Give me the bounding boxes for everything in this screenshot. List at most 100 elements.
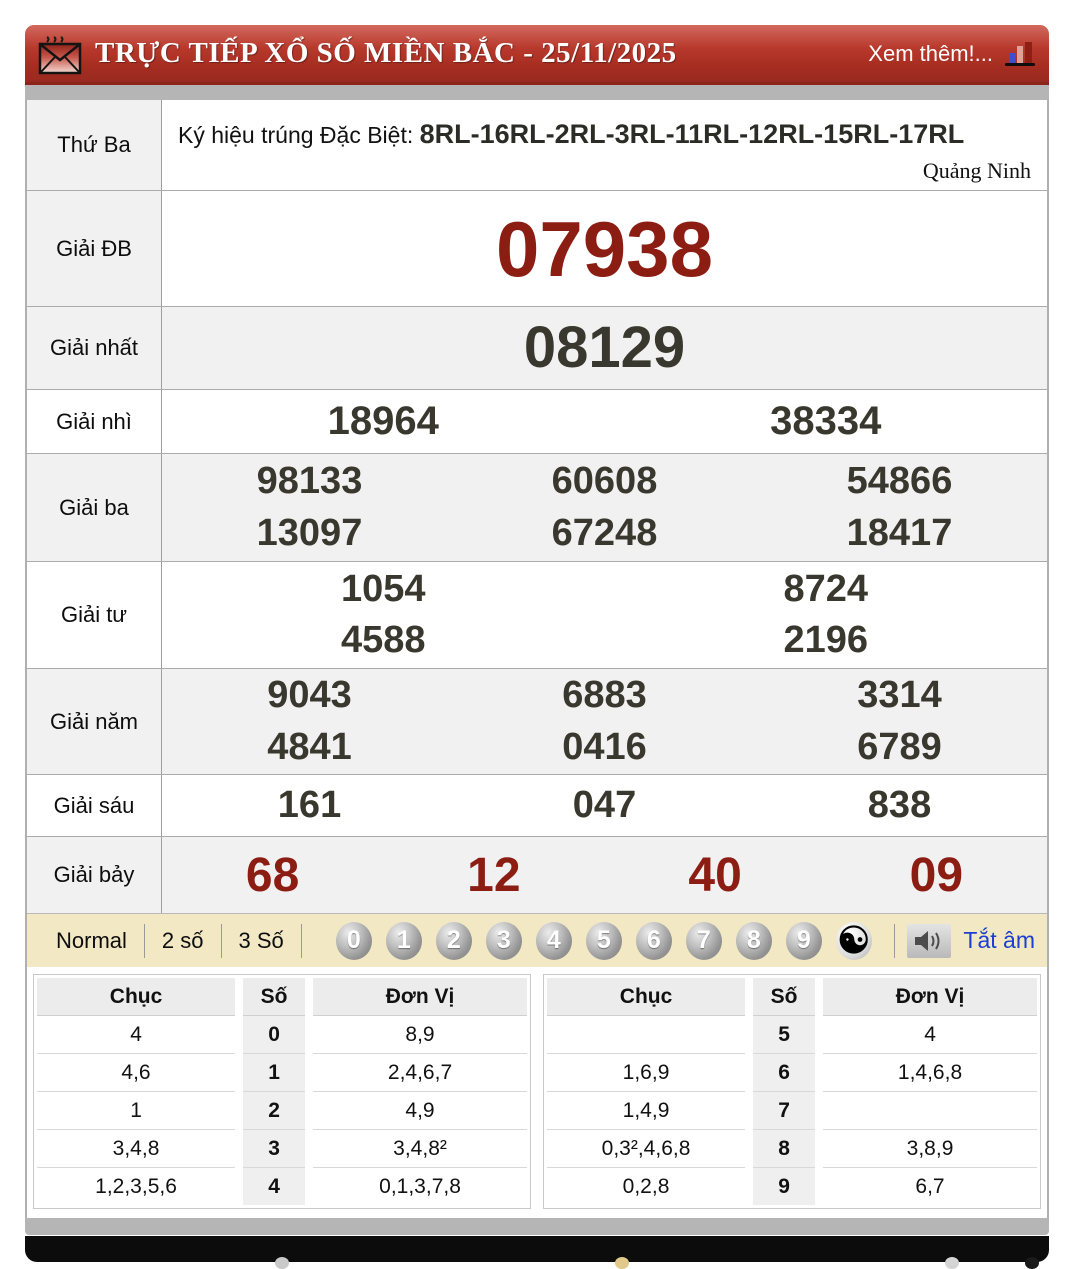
speaker-icon[interactable] (907, 923, 952, 958)
ball-0[interactable]: 0 (335, 921, 372, 960)
prize-value: 047 (572, 784, 637, 826)
ball-8[interactable]: 8 (735, 921, 772, 960)
page-title: TRỰC TIẾP XỔ SỐ MIỀN BẮC - 25/11/2025 (95, 37, 677, 69)
divider (300, 923, 302, 958)
stat-cell: 9 (753, 1168, 816, 1205)
prize-value: 18964 (327, 399, 439, 443)
prize-value: 3314 (857, 674, 942, 717)
stat-cell: 2,4,6,7 (313, 1054, 527, 1092)
prize-value: 12 (467, 848, 521, 902)
stat-cell: 1,2,3,5,6 (95, 1175, 177, 1198)
prize-label-second: Giải nhì (27, 390, 162, 453)
mode-2so-button[interactable]: 2 số (145, 928, 221, 954)
prize-row-special: Giải ĐB 07938 (27, 190, 1047, 306)
prize-value: 0416 (562, 725, 647, 768)
prize-value: 2196 (783, 619, 869, 661)
stat-cell: 1,6,9 (547, 1054, 746, 1092)
prize-row-seventh: Giải bảy 68 12 40 09 (27, 836, 1047, 913)
prize-row-first: Giải nhất 08129 (27, 306, 1047, 389)
column-header: Đơn Vị (823, 978, 1037, 1016)
stat-cell: 3,4,8² (313, 1130, 527, 1168)
results-table: Thứ Ba Ký hiệu trúng Đặc Biệt: 8RL-16RL-… (25, 100, 1049, 1218)
lottery-widget: TRỰC TIẾP XỔ SỐ MIỀN BẮC - 25/11/2025 Xe… (25, 25, 1049, 1269)
stat-cell: 1,4,6,8 (823, 1054, 1037, 1092)
prize-row-fourth: Giải tư 1054 8724 4588 2196 (27, 561, 1047, 668)
stat-cell: 0,1,3,7,8 (379, 1175, 461, 1198)
prize-value: 161 (277, 784, 342, 826)
special-sign-prefix: Ký hiệu trúng Đặc Biệt: (178, 122, 420, 149)
stat-cell: 4 (37, 1016, 236, 1054)
stats-section: Chục Số Đơn Vị 4 0 8,9 4,6 1 2,4,6,7 1 2… (27, 967, 1047, 1218)
prize-row-fifth: Giải năm 9043 6883 3314 4841 0416 6789 (27, 668, 1047, 774)
ball-5[interactable]: 5 (585, 921, 622, 960)
stat-cell (823, 1092, 1037, 1130)
prize-value: 8724 (783, 567, 869, 610)
weekday-label: Thứ Ba (27, 100, 162, 190)
header: TRỰC TIẾP XỔ SỐ MIỀN BẮC - 25/11/2025 Xe… (25, 25, 1049, 85)
stat-cell: 8 (753, 1130, 816, 1168)
stat-cell: 1 (243, 1054, 306, 1092)
stat-cell: 0,3²,4,6,8 (547, 1130, 746, 1168)
stats-table-right: Chục Số Đơn Vị 5 4 1,6,9 6 1,4,6,8 1,4,9… (543, 974, 1041, 1209)
prize-value: 68 (245, 848, 300, 902)
bar-chart-icon[interactable] (1003, 39, 1037, 69)
see-more-link[interactable]: Xem thêm!... (868, 41, 993, 67)
stat-cell (547, 1016, 746, 1054)
mode-3so-button[interactable]: 3 Số (222, 928, 301, 954)
control-bar: Normal 2 số 3 Số 0 1 2 3 4 5 6 7 8 9 ☯ T… (27, 913, 1047, 967)
prize-value: 13097 (256, 511, 363, 554)
ball-1[interactable]: 1 (385, 921, 422, 960)
prize-row-second: Giải nhì 18964 38334 (27, 389, 1047, 453)
stat-cell: 7 (753, 1092, 816, 1130)
ball-7[interactable]: 7 (685, 921, 722, 960)
prize-value: 838 (867, 784, 932, 826)
province-name: Quảng Ninh (922, 158, 1031, 183)
prize-value: 67248 (551, 511, 658, 554)
ball-3[interactable]: 3 (485, 921, 522, 960)
divider (894, 923, 896, 958)
stat-cell: 1 (37, 1092, 236, 1130)
stat-cell: 4 (823, 1016, 1037, 1054)
column-header: Số (753, 978, 816, 1016)
column-header: Số (243, 978, 306, 1016)
prize-label-first: Giải nhất (27, 307, 162, 389)
ball-9[interactable]: 9 (785, 921, 822, 960)
prize-value: 4588 (340, 619, 426, 661)
header-divider (25, 85, 1049, 100)
prize-value: 1054 (340, 567, 426, 610)
stat-cell: 4 (243, 1168, 306, 1205)
mute-button[interactable]: Tắt âm (963, 927, 1035, 954)
stats-table-left: Chục Số Đơn Vị 4 0 8,9 4,6 1 2,4,6,7 1 2… (33, 974, 531, 1209)
stat-cell: 6 (753, 1054, 816, 1092)
column-header: Đơn Vị (313, 978, 527, 1016)
prize-value: 6789 (857, 725, 942, 768)
prize-value: 98133 (256, 460, 363, 503)
prize-value: 4841 (267, 725, 352, 768)
column-header: Chục (37, 978, 236, 1016)
stat-cell: 3 (243, 1130, 306, 1168)
ball-6[interactable]: 6 (635, 921, 672, 960)
ball-4[interactable]: 4 (535, 921, 572, 960)
mode-normal-button[interactable]: Normal (39, 928, 144, 954)
prize-row-sixth: Giải sáu 161 047 838 (27, 774, 1047, 836)
stat-cell: 0,2,8 (622, 1175, 670, 1198)
footer-gray-bar (25, 1218, 1049, 1235)
column-header: Chục (547, 978, 746, 1016)
prize-row-third: Giải ba 98133 60608 54866 13097 67248 18… (27, 453, 1047, 561)
yin-yang-ball[interactable]: ☯ (835, 920, 872, 961)
prize-label-special: Giải ĐB (27, 191, 162, 306)
prize-value: 09 (909, 848, 964, 902)
prize-value: 60608 (551, 460, 658, 503)
stat-cell: 5 (753, 1016, 816, 1054)
prize-value: 54866 (846, 460, 953, 503)
prize-label-fourth: Giải tư (27, 562, 162, 668)
prize-label-seventh: Giải bảy (27, 837, 162, 913)
stat-cell: 0 (243, 1016, 306, 1054)
prize-value-special: 07938 (496, 204, 713, 293)
digit-balls: 0 1 2 3 4 5 6 7 8 9 ☯ (335, 920, 872, 961)
prize-value: 6883 (562, 674, 647, 717)
stat-cell: 2 (243, 1092, 306, 1130)
prize-label-third: Giải ba (27, 454, 162, 561)
ball-2[interactable]: 2 (435, 921, 472, 960)
prize-value-first: 08129 (523, 315, 686, 380)
